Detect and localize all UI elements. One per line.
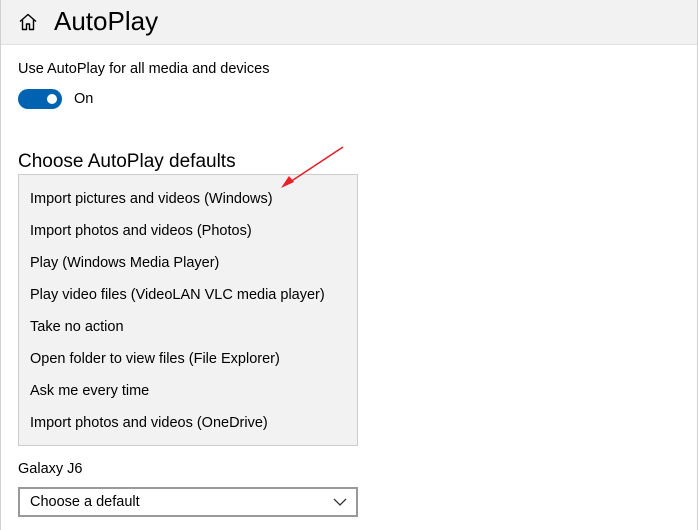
autoplay-default-options-list[interactable]: Import pictures and videos (Windows) Imp…	[18, 174, 358, 446]
option-play-video-vlc[interactable]: Play video files (VideoLAN VLC media pla…	[19, 279, 357, 311]
autoplay-toggle[interactable]	[18, 89, 62, 109]
toggle-knob	[47, 94, 57, 104]
option-ask-me-every-time[interactable]: Ask me every time	[19, 375, 357, 407]
autoplay-defaults-heading: Choose AutoPlay defaults	[18, 151, 236, 172]
settings-window: AutoPlay Use AutoPlay for all media and …	[0, 0, 698, 530]
option-open-folder-file-explorer[interactable]: Open folder to view files (File Explorer…	[19, 343, 357, 375]
option-import-photos-onedrive[interactable]: Import photos and videos (OneDrive)	[19, 407, 357, 439]
option-import-pictures-windows[interactable]: Import pictures and videos (Windows)	[19, 183, 357, 215]
option-play-windows-media-player[interactable]: Play (Windows Media Player)	[19, 247, 357, 279]
option-take-no-action[interactable]: Take no action	[19, 311, 357, 343]
device-default-select[interactable]: Choose a default	[18, 487, 358, 517]
autoplay-setting-label: Use AutoPlay for all media and devices	[18, 61, 270, 77]
toggle-state-label: On	[74, 91, 94, 107]
select-value: Choose a default	[30, 494, 140, 510]
option-import-photos-photos[interactable]: Import photos and videos (Photos)	[19, 215, 357, 247]
device-label: Galaxy J6	[18, 461, 83, 477]
home-icon	[19, 13, 37, 31]
page-title: AutoPlay	[54, 6, 159, 36]
home-button[interactable]	[15, 9, 41, 35]
chevron-down-icon	[333, 498, 347, 506]
page-header: AutoPlay	[1, 0, 697, 45]
